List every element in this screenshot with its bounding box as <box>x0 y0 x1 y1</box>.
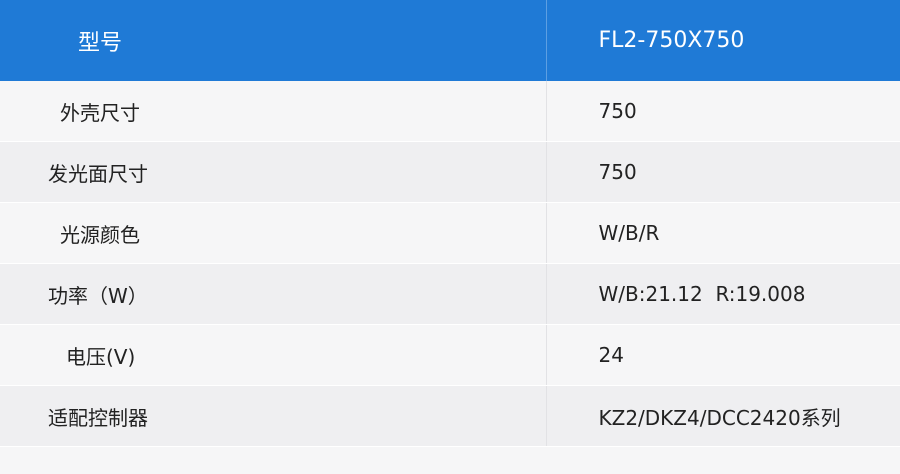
row-label-housing-size: 外壳尺寸 <box>0 81 547 142</box>
table-row: 电压(V) 24 <box>0 324 900 386</box>
row-label-voltage: 电压(V) <box>0 324 547 386</box>
model-header-value: FL2-750X750 <box>546 0 900 81</box>
row-label-emitting-size: 发光面尺寸 <box>0 141 547 203</box>
row-label-power: 功率（W） <box>0 263 547 325</box>
row-value-voltage: 24 <box>546 324 900 386</box>
row-value-emitting-size: 750 <box>546 141 900 203</box>
row-value-power: W/B:21.12 R:19.008 <box>546 263 900 325</box>
row-label-light-color: 光源颜色 <box>0 202 547 264</box>
row-label-controller: 适配控制器 <box>0 385 547 447</box>
table-row: 功率（W） W/B:21.12 R:19.008 <box>0 263 900 325</box>
spec-table: 型号 FL2-750X750 外壳尺寸 750 发光面尺寸 750 光源颜色 W… <box>0 0 900 447</box>
table-row: 光源颜色 W/B/R <box>0 202 900 264</box>
row-value-controller: KZ2/DKZ4/DCC2420系列 <box>546 385 900 447</box>
table-header-row: 型号 FL2-750X750 <box>0 0 900 81</box>
table-row: 外壳尺寸 750 <box>0 81 900 142</box>
table-row: 适配控制器 KZ2/DKZ4/DCC2420系列 <box>0 385 900 447</box>
row-value-housing-size: 750 <box>546 81 900 142</box>
row-value-light-color: W/B/R <box>546 202 900 264</box>
model-header-label: 型号 <box>0 0 547 81</box>
table-row: 发光面尺寸 750 <box>0 141 900 203</box>
